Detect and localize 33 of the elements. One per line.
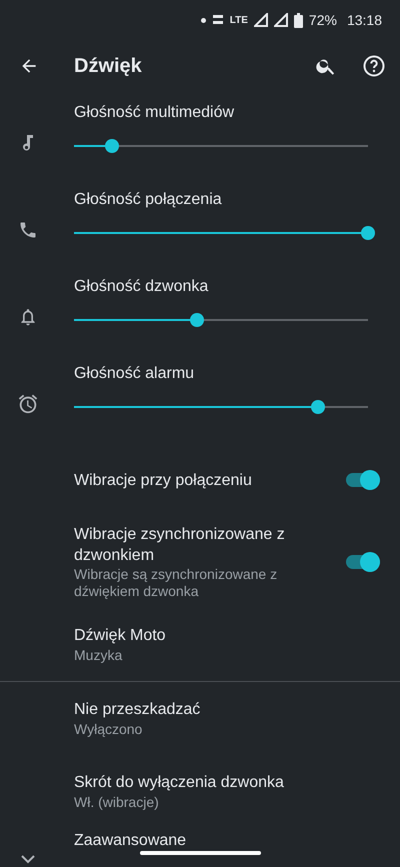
setting-title: Wibracje zsynchronizowane z dzwonkiem xyxy=(74,525,286,566)
screen-title: Dźwięk xyxy=(74,54,143,79)
toggle-switch[interactable] xyxy=(346,552,380,572)
volume-label: Głośność alarmu xyxy=(74,364,196,384)
setting-title: Wibracje przy połączeniu xyxy=(74,470,253,490)
help-icon xyxy=(362,54,386,78)
signal-icon xyxy=(254,13,268,27)
volume-label: Głośność połączenia xyxy=(74,190,223,210)
slider-thumb[interactable] xyxy=(190,313,204,327)
battery-icon xyxy=(294,12,303,28)
phone-icon xyxy=(18,220,38,240)
slider-thumb[interactable] xyxy=(105,139,120,153)
network-type: LTE xyxy=(230,14,248,28)
music-note-icon xyxy=(21,134,35,152)
clock: 13:18 xyxy=(346,10,382,30)
advanced-link[interactable]: Zaawansowane xyxy=(74,832,186,850)
volume-label: Głośność multimediów xyxy=(74,103,236,123)
volume-label: Głośność dzwonka xyxy=(74,277,210,297)
setting-title: Nie przeszkadzać xyxy=(74,700,202,720)
setting-summary: Wyłączono xyxy=(74,720,144,738)
setting-summary: Muzyka xyxy=(74,646,124,664)
setting-title: Dźwięk Moto xyxy=(74,626,167,646)
setting-summary: Wibracje są zsynchronizowane z dźwiękiem dzwonka xyxy=(74,566,278,600)
chevron-down-icon[interactable] xyxy=(20,854,36,864)
signal-icon xyxy=(274,13,288,27)
help-button[interactable] xyxy=(361,53,387,79)
setting-title: Skrót do wyłączenia dzwonka xyxy=(74,773,285,793)
battery-percent: 72% xyxy=(308,10,337,30)
alarm-clock-icon xyxy=(17,392,39,414)
setting-summary: Wł. (wibracje) xyxy=(74,793,160,811)
toggle-switch[interactable] xyxy=(346,470,380,490)
slider-thumb[interactable] xyxy=(311,400,326,414)
slider-thumb[interactable] xyxy=(361,226,375,240)
